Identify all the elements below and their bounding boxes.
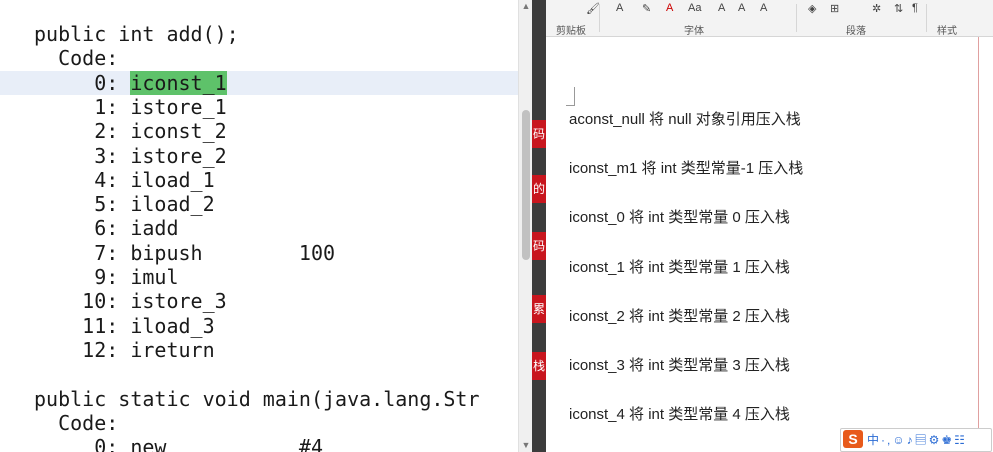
char-border-button[interactable]: A	[760, 2, 767, 14]
ime-tools[interactable]: 中·,☺♪▤⚙♚☷	[867, 431, 967, 448]
grow-font-button[interactable]: A	[718, 2, 725, 14]
word-ribbon: 🖌 A ✎ A Aa A A A ◈ ⊞ ✲ ⇅ ¶ 剪贴板 字体 段落 样式	[546, 0, 993, 37]
code-line: Code:	[34, 410, 119, 435]
document-line[interactable]: iconst_3 将 int 类型常量 3 压入栈	[569, 354, 790, 375]
ribbon-group-clipboard: 剪贴板	[556, 26, 586, 37]
window-separator	[532, 0, 546, 452]
document-page[interactable]	[546, 37, 993, 452]
code-line: public static void main(java.lang.Str	[34, 386, 480, 411]
code-line: 4: iload_1	[34, 167, 215, 192]
code-line: 11: iload_3	[34, 313, 215, 338]
code-line: public int add();	[34, 22, 239, 46]
ribbon-group-styles: 样式	[937, 26, 957, 37]
code-line: 0: iconst_1	[0, 70, 518, 95]
vertical-scrollbar[interactable]: ▲ ▼	[518, 0, 533, 452]
side-tag: 码	[532, 232, 546, 260]
ribbon-group-paragraph: 段落	[846, 26, 866, 37]
scroll-down-icon[interactable]: ▼	[521, 440, 531, 450]
highlight-icon[interactable]: ✎	[642, 2, 651, 15]
document-line[interactable]: iconst_1 将 int 类型常量 1 压入栈	[569, 256, 790, 277]
code-line: 3: istore_2	[34, 143, 227, 168]
format-painter-icon[interactable]: 🖌	[586, 2, 600, 15]
page-right-edge	[978, 37, 979, 452]
shading-icon[interactable]: ◈	[808, 2, 816, 15]
borders-icon[interactable]: ⊞	[830, 2, 839, 15]
document-line[interactable]: iconst_m1 将 int 类型常量-1 压入栈	[569, 157, 803, 178]
chinese-layout-icon[interactable]: ✲	[872, 2, 881, 15]
document-line[interactable]: iconst_4 将 int 类型常量 4 压入栈	[569, 403, 790, 424]
change-case-button[interactable]: Aa	[688, 2, 701, 14]
document-line[interactable]: aconst_null 将 null 对象引用压入栈	[569, 108, 801, 129]
code-line: 7: bipush 100	[34, 240, 336, 265]
ime-logo-icon[interactable]: S	[843, 430, 863, 448]
document-line[interactable]: iconst_0 将 int 类型常量 0 压入栈	[569, 206, 790, 227]
ribbon-group-font: 字体	[684, 26, 704, 37]
code-line: 5: iload_2	[34, 192, 215, 217]
scrollbar-thumb[interactable]	[522, 110, 530, 260]
code-line: 12: ireturn	[34, 337, 215, 362]
show-marks-icon[interactable]: ¶	[912, 2, 918, 14]
side-tag: 栈	[532, 352, 546, 380]
code-editor[interactable]: public int add(); Code: 0: iconst_1 1: i…	[0, 0, 518, 452]
margin-corner-mark	[566, 87, 575, 106]
text-effect-button[interactable]: A	[616, 2, 623, 14]
ime-toolbar[interactable]: S 中·,☺♪▤⚙♚☷	[840, 428, 992, 452]
side-tag: 累	[532, 295, 546, 323]
document-line[interactable]: iconst_2 将 int 类型常量 2 压入栈	[569, 305, 790, 326]
shrink-font-button[interactable]: A	[738, 2, 745, 14]
code-line: 1: istore_1	[34, 94, 227, 119]
scroll-up-icon[interactable]: ▲	[521, 1, 531, 11]
code-line: 10: istore_3	[34, 289, 227, 314]
code-line: 0: new #4	[34, 435, 323, 452]
font-color-button[interactable]: A	[666, 2, 673, 14]
sort-icon[interactable]: ⇅	[894, 2, 903, 15]
highlighted-instruction: iconst_1	[130, 70, 227, 95]
side-tag: 的	[532, 175, 546, 203]
code-line: Code:	[34, 46, 119, 71]
code-line: 6: iadd	[34, 216, 179, 241]
code-line: 9: imul	[34, 265, 179, 289]
side-tag: 码	[532, 120, 546, 148]
code-line: 2: iconst_2	[34, 119, 227, 144]
